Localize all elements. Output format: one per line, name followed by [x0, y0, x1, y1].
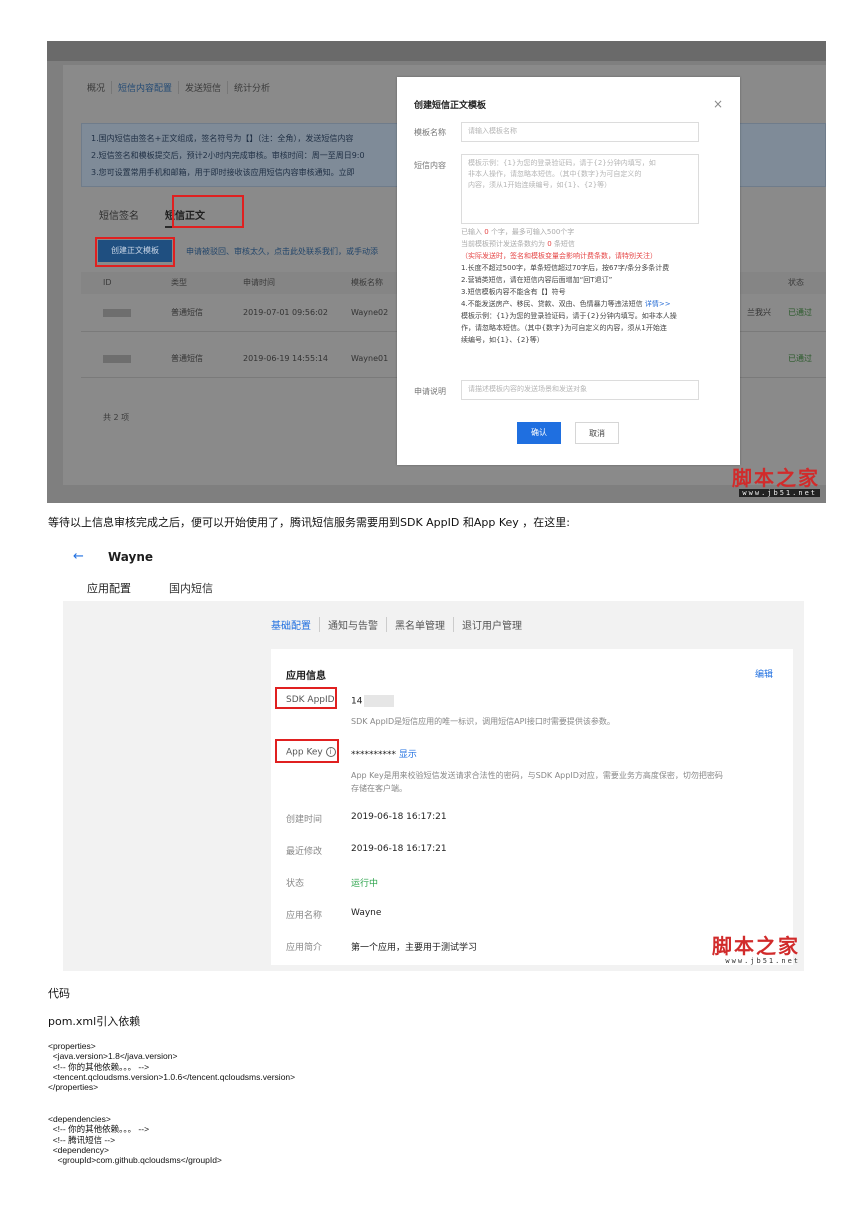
config-subnav: 基础配置 通知与告警 黑名单管理 退订用户管理	[271, 617, 530, 632]
tab-overview[interactable]: 概况	[81, 81, 113, 94]
app-key-desc-1: App Key是用来校验短信发送请求合法性的密码，与SDK AppID对应，需要…	[351, 771, 723, 780]
console-tabs: 概况 短信内容配置 发送短信 统计分析	[81, 81, 276, 94]
cancel-button[interactable]: 取消	[575, 422, 619, 444]
section-heading-code: 代码	[48, 987, 70, 1000]
app-header: ← Wayne 应用配置 国内短信	[63, 543, 804, 604]
code-block-properties: <properties> <java.version>1.8</java.ver…	[48, 1041, 296, 1093]
tab-domestic-sms[interactable]: 国内短信	[169, 580, 213, 596]
blurred-id	[103, 308, 131, 317]
watermark-url: www.jb51.net	[725, 957, 800, 965]
app-title: Wayne	[108, 550, 154, 564]
blurred-id	[103, 354, 131, 363]
subnav-basic[interactable]: 基础配置	[271, 617, 320, 632]
content-placeholder-1: 模板示例：{1}为您的登录验证码，请于{2}分钟内填写，如	[468, 159, 656, 167]
row-time: 2019-07-01 09:56:02	[243, 308, 328, 317]
content-placeholder-3: 内容，须从1开始连续编号，如{1}、{2}等）	[468, 181, 612, 189]
card-title: 应用信息	[286, 671, 326, 682]
content-label: 短信内容	[414, 161, 446, 170]
row-type: 普通短信	[171, 354, 203, 363]
char-counter: 已输入 0 个字，最多可输入500个字	[461, 228, 575, 236]
row-name: Wayne01	[351, 354, 389, 363]
confirm-button[interactable]: 确认	[517, 422, 561, 444]
row-type: 普通短信	[171, 308, 203, 317]
tab-send-sms[interactable]: 发送短信	[179, 81, 229, 94]
watermark-text: 脚本之家	[732, 466, 820, 490]
template-name-input[interactable]: 请输入模板名称	[461, 122, 699, 142]
reason-input[interactable]: 请描述模板内容的发送场景和发送对象	[461, 380, 699, 400]
highlight-box-appkey	[275, 739, 339, 763]
subnav-blacklist[interactable]: 黑名单管理	[387, 617, 454, 632]
content-textarea[interactable]: 模板示例：{1}为您的登录验证码，请于{2}分钟内填写，如 非本人操作，请忽略本…	[461, 154, 699, 224]
close-icon[interactable]: ×	[713, 97, 723, 111]
billing-note: （实际发送时，签名和模板变量会影响计费条数，请特别关注）	[461, 252, 657, 260]
watermark-logo: 脚本之家 www.jb51.net	[720, 467, 820, 497]
edit-link[interactable]: 编辑	[755, 667, 773, 680]
modified-label: 最近修改	[286, 847, 323, 857]
app-key-desc-2: 存储在客户端。	[351, 784, 407, 793]
subtab-signature[interactable]: 短信签名	[99, 207, 139, 228]
modified-value: 2019-06-18 16:17:21	[351, 844, 447, 854]
highlight-box-subtab	[172, 195, 244, 228]
row-status: 已通过	[788, 308, 812, 317]
watermark-text: 脚本之家	[712, 934, 800, 958]
app-name-value: Wayne	[351, 908, 382, 918]
tab-content-config[interactable]: 短信内容配置	[112, 81, 180, 94]
code-block-dependencies: <dependencies> <!-- 你的其他依赖。。。 --> <!-- 腾…	[48, 1114, 222, 1166]
count-estimate: 当前模板预计发送条数约为 0 条短信	[461, 240, 575, 248]
app-name-label: 应用名称	[286, 911, 323, 921]
rule-1: 1.长度不超过500字，单条短信超过70字后，按67字/条分多条计费	[461, 264, 670, 272]
subnav-alerts[interactable]: 通知与告警	[320, 617, 387, 632]
created-value: 2019-06-18 16:17:21	[351, 812, 447, 822]
row-time: 2019-06-19 14:55:14	[243, 354, 328, 363]
modal-title: 创建短信正文模板	[414, 101, 487, 111]
status-badge: 运行中	[351, 879, 379, 889]
instruction-paragraph: 等待以上信息审核完成之后，便可以开始使用了，腾讯短信服务需要用到SDK AppI…	[48, 516, 570, 529]
app-intro-value: 第一个应用，主要用于测试学习	[351, 943, 478, 953]
show-key-link[interactable]: 显示	[399, 750, 417, 760]
section-heading-pom: pom.xml引入依赖	[48, 1015, 141, 1028]
app-body: 基础配置 通知与告警 黑名单管理 退订用户管理 应用信息 编辑 SDK AppI…	[63, 601, 804, 971]
table-total: 共 2 项	[103, 413, 130, 422]
content-placeholder-2: 非本人操作，请忽略本短信。（其中{数字}为可自定义的	[468, 170, 642, 178]
blurred-appid	[364, 695, 395, 707]
contact-link[interactable]: 申请被驳回、审核太久，点击此处联系我们，或手动添	[186, 246, 378, 257]
status-label: 状态	[286, 879, 305, 889]
app-intro-label: 应用简介	[286, 943, 323, 953]
reason-label: 申请说明	[414, 387, 446, 396]
console-topbar	[47, 41, 826, 61]
watermark-logo: 脚本之家 www.jb51.net	[700, 935, 800, 965]
tab-statistics[interactable]: 统计分析	[228, 81, 276, 94]
created-label: 创建时间	[286, 815, 323, 825]
rule-4: 4.不能发送房产、移民、贷款、双由、色情暴力等违法短信 详情>>	[461, 300, 671, 308]
rule-2: 2.营销类短信，请在短信内容后面增加“回T退订”	[461, 276, 613, 284]
sdk-appid-value: 14	[351, 695, 395, 707]
example-line-3: 续编号，如{1}、{2}等）	[461, 336, 544, 344]
example-line-1: 模板示例：{1}为您的登录验证码，请于{2}分钟内填写。如非本人操	[461, 312, 677, 320]
highlight-box-sdk	[275, 687, 337, 709]
app-config-screenshot: ← Wayne 应用配置 国内短信 基础配置 通知与告警 黑名单管理 退订用户管…	[63, 543, 804, 971]
watermark-url: www.jb51.net	[739, 489, 820, 497]
app-info-card: 应用信息 编辑 SDK AppID 14 SDK AppID是短信应用的唯一标识…	[271, 649, 793, 965]
row-status: 已通过	[788, 354, 812, 363]
subnav-unsubscribe[interactable]: 退订用户管理	[454, 617, 530, 632]
rule-3: 3.短信模板内容不能含有【】符号	[461, 288, 566, 296]
highlight-box-create	[95, 237, 175, 267]
rule-details-link[interactable]: 详情>>	[645, 300, 671, 308]
example-line-2: 作，请忽略本短信。（其中{数字}为可自定义的内容，须从1开始连	[461, 324, 667, 332]
row-extra: 兰我兴	[747, 308, 771, 317]
header-id: ID	[103, 278, 112, 287]
back-arrow-icon[interactable]: ←	[73, 549, 84, 564]
sdk-appid-desc: SDK AppID是短信应用的唯一标识，调用短信API接口时需要提供该参数。	[351, 717, 615, 726]
header-name: 模板名称	[351, 278, 383, 287]
header-time: 申请时间	[243, 278, 275, 287]
header-type: 类型	[171, 278, 187, 287]
header-status: 状态	[788, 278, 804, 287]
app-key-value: ********** 显示	[351, 750, 417, 760]
template-name-label: 模板名称	[414, 128, 446, 137]
create-template-modal: 创建短信正文模板 × 模板名称 请输入模板名称 短信内容 模板示例：{1}为您的…	[397, 77, 740, 465]
row-name: Wayne02	[351, 308, 389, 317]
